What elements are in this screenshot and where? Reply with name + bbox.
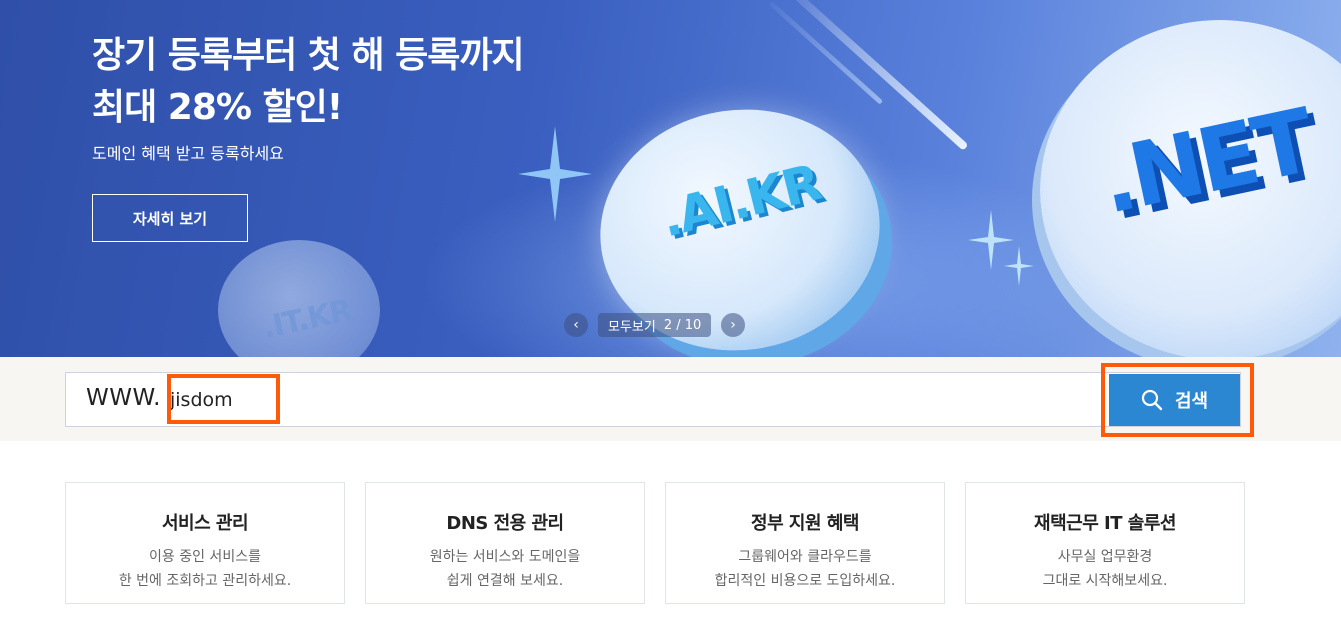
carousel-next-button[interactable]: › [721, 313, 745, 337]
sparkle-icon [518, 126, 592, 222]
domain-search-input[interactable] [170, 385, 1070, 415]
www-prefix: WWW. [86, 385, 161, 411]
sparkle-icon [1004, 246, 1034, 286]
card-title: 서비스 관리 [161, 513, 249, 534]
card-desc-line: 합리적인 비용으로 도입하세요. [714, 573, 896, 589]
card-desc-line: 그대로 시작해보세요. [1042, 573, 1168, 589]
detail-button[interactable]: 자세히 보기 [92, 194, 248, 242]
carousel-counter: 2 / 10 [663, 317, 702, 333]
card-desc-line: 한 번에 조회하고 관리하세요. [118, 573, 292, 589]
carousel-view-all[interactable]: 모두보기 2 / 10 [598, 313, 712, 337]
button-highlight-box [1101, 363, 1254, 437]
hero-banner: 장기 등록부터 첫 해 등록까지 최대 28% 할인! 도메인 혜택 받고 등록… [0, 0, 1341, 357]
card-desc-line: 그룹웨어와 클라우드를 [738, 549, 872, 565]
hero-headline: 장기 등록부터 첫 해 등록까지 최대 28% 할인! [92, 30, 612, 134]
service-card-gov-support[interactable]: 정부 지원 혜택 그룹웨어와 클라우드를 합리적인 비용으로 도입하세요. [665, 482, 945, 604]
input-highlight-box [167, 374, 280, 424]
service-card-management[interactable]: 서비스 관리 이용 중인 서비스를 한 번에 조회하고 관리하세요. [65, 482, 345, 604]
card-desc-line: 사무실 업무환경 [1057, 549, 1153, 565]
carousel-prev-button[interactable]: ‹ [564, 313, 588, 337]
card-desc-line: 이용 중인 서비스를 [149, 549, 261, 565]
hero-headline-line1: 장기 등록부터 첫 해 등록까지 [92, 35, 525, 76]
service-card-dns[interactable]: DNS 전용 관리 원하는 서비스와 도메인을 쉽게 연결해 보세요. [365, 482, 645, 604]
chevron-left-icon: ‹ [573, 317, 579, 333]
card-title: 재택근무 IT 솔루션 [1034, 513, 1176, 534]
card-description: 원하는 서비스와 도메인을 쉽게 연결해 보세요. [366, 545, 644, 593]
card-desc-line: 쉽게 연결해 보세요. [446, 573, 564, 589]
card-description: 이용 중인 서비스를 한 번에 조회하고 관리하세요. [66, 545, 344, 593]
card-title: 정부 지원 혜택 [751, 513, 859, 534]
hero-subline: 도메인 혜택 받고 등록하세요 [92, 144, 284, 163]
service-card-remote-work[interactable]: 재택근무 IT 솔루션 사무실 업무환경 그대로 시작해보세요. [965, 482, 1245, 604]
card-desc-line: 원하는 서비스와 도메인을 [429, 549, 581, 565]
it-kr-coin [218, 240, 380, 357]
chevron-right-icon: › [730, 317, 736, 333]
card-description: 그룹웨어와 클라우드를 합리적인 비용으로 도입하세요. [666, 545, 944, 593]
card-title: DNS 전용 관리 [446, 513, 564, 534]
card-description: 사무실 업무환경 그대로 시작해보세요. [966, 545, 1244, 593]
carousel-view-all-label: 모두보기 [608, 319, 656, 335]
